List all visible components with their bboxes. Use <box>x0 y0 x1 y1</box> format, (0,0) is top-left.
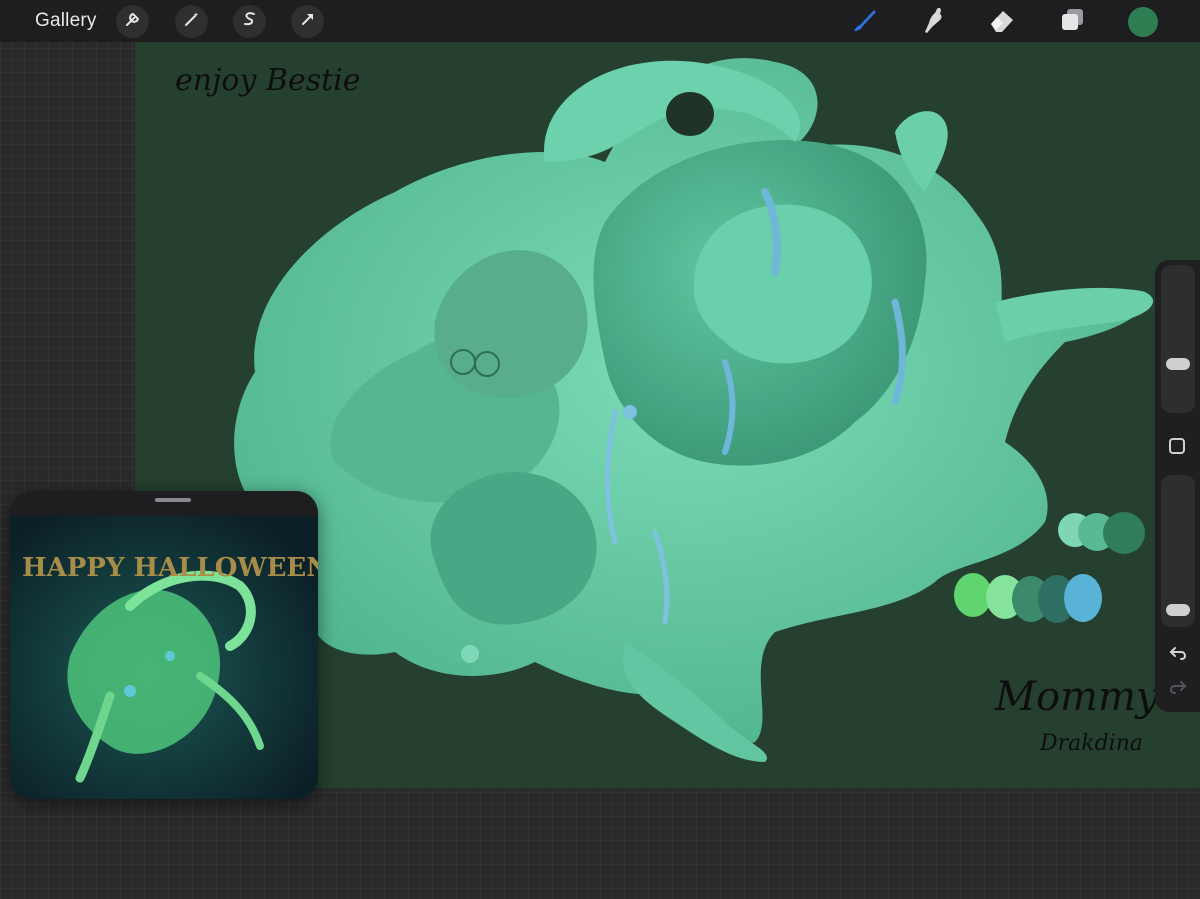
handwritten-note: enjoy Bestie <box>175 63 361 98</box>
undo-button[interactable] <box>1167 644 1189 666</box>
reference-title-text: HAPPY HALLOWEEN! <box>22 553 318 583</box>
signature-subname: Drakdina <box>1039 731 1143 756</box>
smudge-icon <box>920 5 948 40</box>
signature-name: Mommy <box>994 674 1160 720</box>
magic-wand-icon <box>183 10 201 33</box>
actions-button[interactable] <box>116 5 149 38</box>
brush-sidebar <box>1155 260 1200 712</box>
brush-size-slider-thumb[interactable] <box>1166 358 1190 371</box>
opacity-slider[interactable] <box>1161 475 1195 627</box>
selection-icon <box>241 10 259 33</box>
brush-size-slider[interactable] <box>1161 265 1195 413</box>
color-picker-button[interactable] <box>1127 6 1159 38</box>
brush-tool-button[interactable] <box>848 5 882 39</box>
top-toolbar: Gallery <box>0 0 1200 42</box>
wrench-icon <box>124 10 142 33</box>
reference-image: HAPPY HALLOWEEN! <box>10 516 318 799</box>
reference-drag-handle[interactable] <box>155 498 191 502</box>
eraser-tool-button[interactable] <box>985 5 1019 39</box>
adjustments-button[interactable] <box>175 5 208 38</box>
opacity-slider-thumb[interactable] <box>1166 603 1190 616</box>
gallery-button[interactable]: Gallery <box>35 10 97 32</box>
transform-arrow-icon <box>299 10 317 33</box>
smudge-tool-button[interactable] <box>917 5 951 39</box>
selection-button[interactable] <box>233 5 266 38</box>
palette-swatch <box>1064 574 1102 622</box>
layers-icon <box>1058 6 1086 39</box>
color-palette-bottom <box>954 573 1102 623</box>
modify-button[interactable] <box>1169 438 1185 454</box>
reference-window[interactable]: HAPPY HALLOWEEN! <box>10 491 318 799</box>
redo-icon <box>1169 679 1187 700</box>
layers-button[interactable] <box>1055 5 1089 39</box>
palette-swatch <box>1103 512 1145 554</box>
redo-button[interactable] <box>1167 678 1189 700</box>
eraser-icon <box>987 6 1017 39</box>
undo-icon <box>1169 645 1187 666</box>
transform-button[interactable] <box>291 5 324 38</box>
brush-icon <box>850 5 880 40</box>
